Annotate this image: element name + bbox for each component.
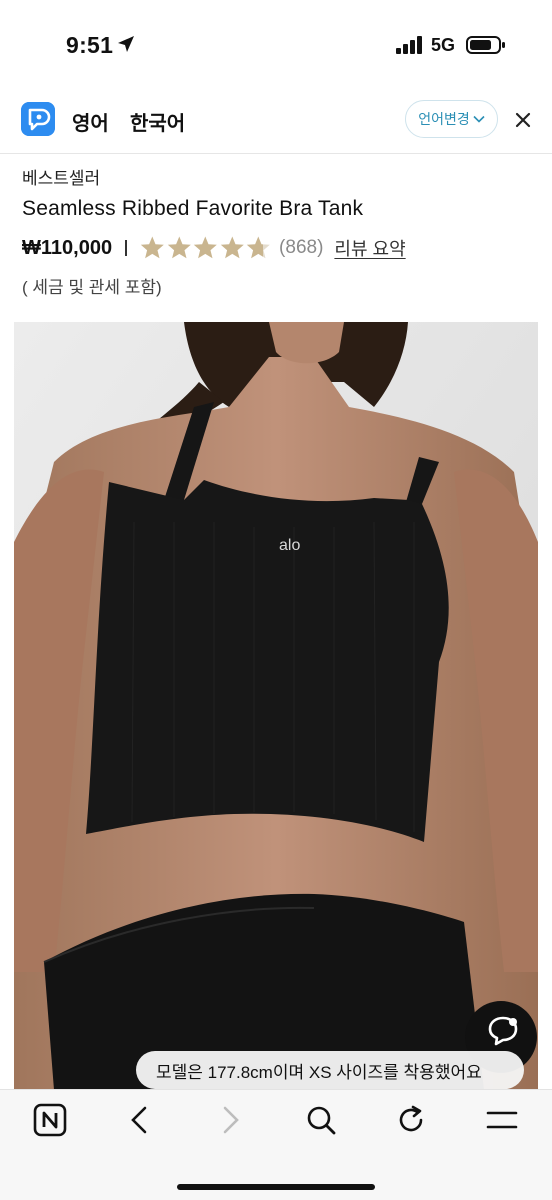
status-bar: 9:51 5G: [0, 0, 552, 92]
star-icon: [167, 236, 191, 259]
brand-logo-text: alo: [279, 537, 300, 554]
naver-home-icon[interactable]: [32, 1102, 68, 1138]
divider: [125, 240, 128, 256]
location-arrow-icon: [118, 36, 134, 52]
page: 9:51 5G 영어 한국어 언어변경 베스트셀러 Seamless Ribbe…: [0, 0, 552, 1200]
home-indicator: [177, 1184, 375, 1190]
star-icon: [194, 236, 218, 259]
change-language-label: 언어변경: [418, 111, 470, 127]
papago-logo-icon[interactable]: [21, 102, 55, 136]
product-image[interactable]: alo: [14, 322, 538, 1090]
back-icon[interactable]: [122, 1102, 158, 1138]
browser-toolbar: [0, 1089, 552, 1200]
tab-english[interactable]: 영어: [72, 107, 109, 136]
model-photo: alo: [14, 322, 538, 1090]
price-rating-row: ₩110,000 (868) 리뷰 요약: [22, 235, 406, 261]
close-icon[interactable]: [512, 109, 534, 131]
tab-korean[interactable]: 한국어: [130, 107, 185, 136]
star-rating[interactable]: [139, 235, 272, 261]
battery-icon: [466, 36, 505, 54]
refresh-icon[interactable]: [393, 1102, 429, 1138]
network-type: 5G: [431, 35, 456, 55]
star-icon: [220, 236, 244, 259]
star-icon: [247, 236, 271, 259]
model-size-note: 모델은 177.8cm이며 XS 사이즈를 착용했어요: [136, 1051, 524, 1089]
chevron-down-icon: [473, 115, 485, 123]
star-icon: [140, 236, 164, 259]
forward-icon[interactable]: [212, 1102, 248, 1138]
tax-note: ( 세금 및 관세 포함): [22, 278, 162, 297]
menu-icon[interactable]: [484, 1102, 520, 1138]
translate-bar: 영어 한국어 언어변경: [0, 92, 552, 154]
product-price: ₩110,000: [22, 236, 113, 259]
status-time: 9:51: [66, 32, 114, 58]
product-title: Seamless Ribbed Favorite Bra Tank: [22, 197, 364, 220]
bestseller-badge: 베스트셀러: [22, 169, 101, 188]
review-summary-link[interactable]: 리뷰 요약: [334, 235, 405, 261]
change-language-button[interactable]: 언어변경: [405, 100, 498, 138]
review-count[interactable]: (868): [279, 237, 323, 259]
search-icon[interactable]: [303, 1102, 339, 1138]
cellular-signal-icon: [396, 36, 422, 54]
